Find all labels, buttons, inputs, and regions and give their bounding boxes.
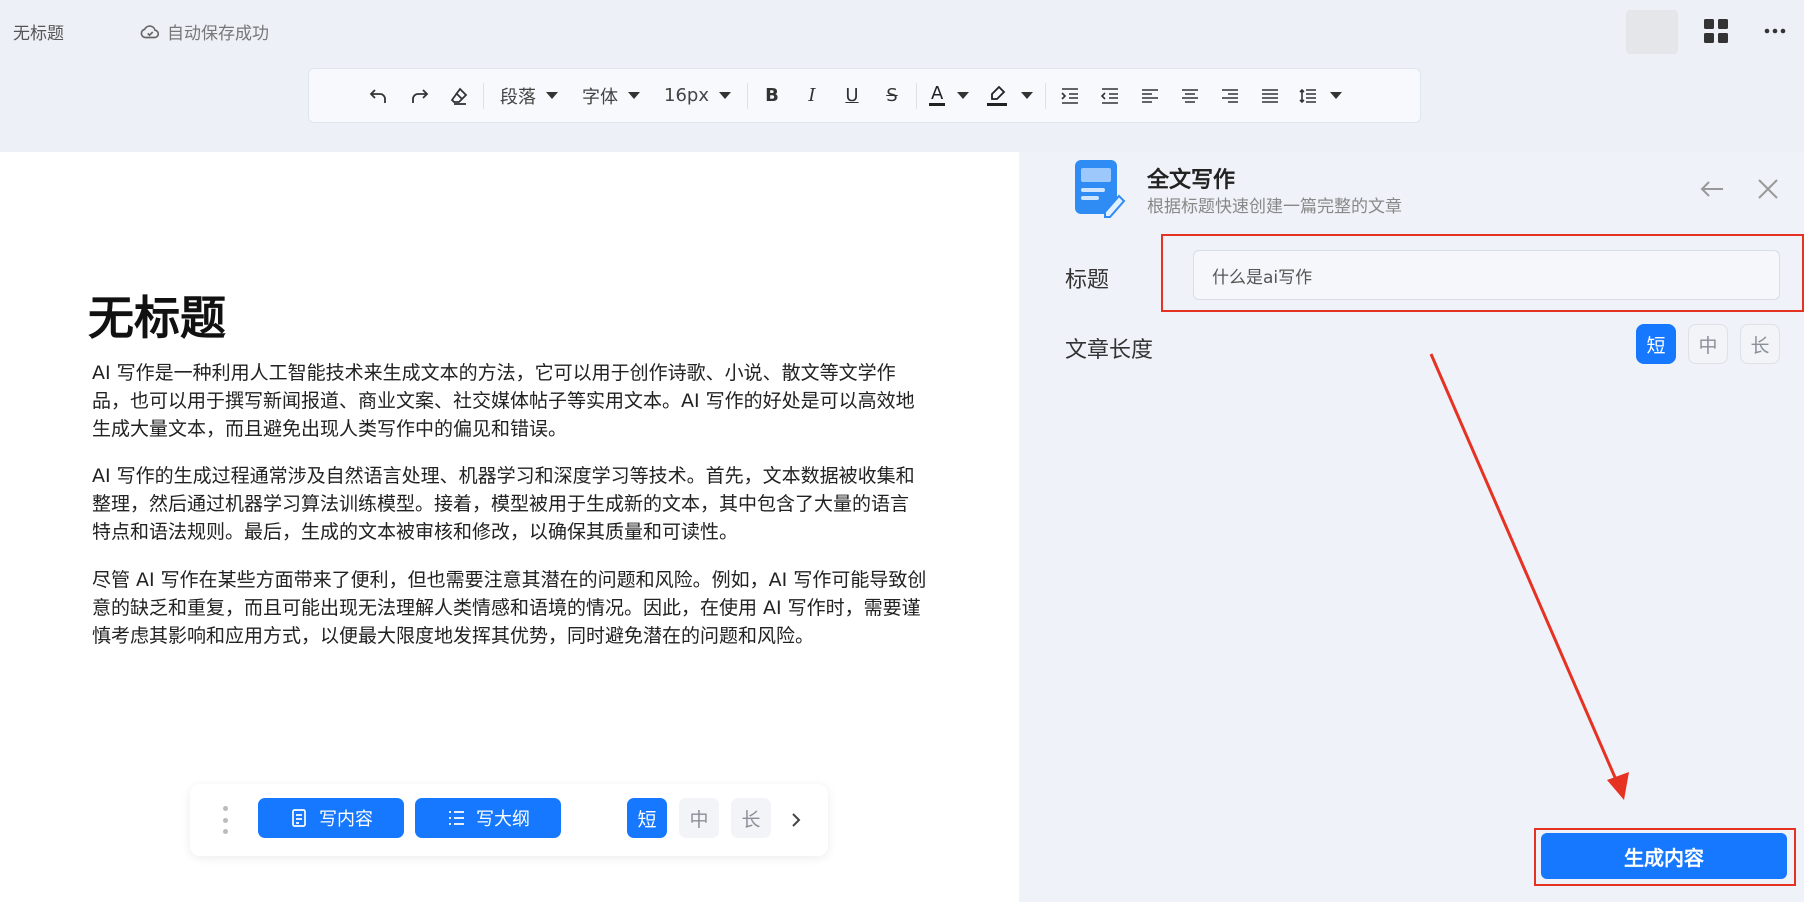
document-title[interactable]: 无标题 <box>88 282 226 348</box>
align-center-button[interactable] <box>1170 80 1210 112</box>
document-name[interactable]: 无标题 <box>13 19 64 44</box>
align-left-icon <box>1142 88 1159 103</box>
align-right-icon <box>1222 88 1239 103</box>
undo-icon <box>369 88 386 103</box>
generate-highlight-box: 生成内容 <box>1534 828 1796 886</box>
align-justify-button[interactable] <box>1250 80 1290 112</box>
align-center-icon <box>1182 88 1199 103</box>
close-icon <box>1758 179 1778 199</box>
align-right-button[interactable] <box>1210 80 1250 112</box>
highlighter-icon <box>987 85 1008 106</box>
panel-length-long-option[interactable]: 长 <box>1740 324 1780 364</box>
underline-button[interactable]: U <box>832 80 872 112</box>
length-long-option[interactable]: 长 <box>731 798 771 838</box>
caret-down-icon <box>628 92 640 99</box>
panel-title: 全文写作 <box>1147 168 1236 193</box>
cloud-icon <box>140 24 160 38</box>
line-height-icon <box>1299 88 1317 103</box>
font-color-icon: A <box>928 83 946 106</box>
length-label: 文章长度 <box>1065 338 1154 363</box>
outdent-button[interactable] <box>1090 80 1130 112</box>
arrow-left-icon <box>1700 181 1723 197</box>
toolbar-divider <box>1045 82 1047 109</box>
apps-button[interactable] <box>1701 16 1731 46</box>
back-button[interactable] <box>1697 174 1727 204</box>
generate-content-button[interactable]: 生成内容 <box>1541 833 1787 879</box>
document-icon <box>292 809 306 827</box>
paragraph-select-label: 段落 <box>500 86 536 108</box>
length-medium-option[interactable]: 中 <box>679 798 719 838</box>
toolbar-divider <box>483 82 484 109</box>
more-dots-icon <box>1764 28 1786 34</box>
chevron-right-icon <box>792 813 801 827</box>
top-bar: 无标题 自动保存成功 <box>0 0 1804 64</box>
write-outline-button[interactable]: 写大纲 <box>415 798 561 838</box>
redo-icon <box>412 88 429 103</box>
italic-button[interactable]: I <box>792 80 832 112</box>
toolbar-divider <box>746 82 748 109</box>
more-button[interactable] <box>1757 16 1793 46</box>
align-justify-icon <box>1262 88 1279 103</box>
panel-length-medium-option[interactable]: 中 <box>1688 324 1728 364</box>
title-label: 标题 <box>1065 268 1110 293</box>
caret-down-icon <box>718 92 731 99</box>
grid-apps-icon <box>1704 19 1728 43</box>
caret-down-icon <box>1021 92 1034 99</box>
indent-icon <box>1061 87 1079 104</box>
save-status: 自动保存成功 <box>139 19 269 44</box>
paragraph[interactable]: AI 写作是一种利用人工智能技术来生成文本的方法，它可以用于创作诗歌、小说、散文… <box>92 359 927 443</box>
align-left-button[interactable] <box>1130 80 1170 112</box>
caret-down-icon <box>957 92 970 99</box>
write-content-button[interactable]: 写内容 <box>258 798 404 838</box>
indent-button[interactable] <box>1050 80 1090 112</box>
caret-down-icon <box>546 92 558 99</box>
highlight-color-button[interactable] <box>977 80 1041 112</box>
avatar[interactable] <box>1626 10 1678 54</box>
title-input[interactable] <box>1193 250 1780 300</box>
bold-button[interactable]: B <box>752 80 792 112</box>
paragraph-select[interactable]: 段落 <box>488 80 570 112</box>
formatting-toolbar: 段落 字体 16px B I U S A <box>308 68 1421 123</box>
expand-button[interactable] <box>784 806 808 834</box>
line-height-button[interactable] <box>1290 80 1350 112</box>
write-content-label: 写内容 <box>319 809 373 830</box>
close-button[interactable] <box>1753 174 1783 204</box>
font-size-select-label: 16px <box>664 85 709 106</box>
eraser-icon <box>450 87 468 105</box>
toolbar-divider <box>915 82 917 109</box>
font-size-select[interactable]: 16px <box>652 80 743 112</box>
document-writing-icon <box>1075 160 1126 218</box>
save-status-text: 自动保存成功 <box>167 24 269 44</box>
panel-length-short-option[interactable]: 短 <box>1636 324 1676 364</box>
redo-button[interactable] <box>399 80 439 112</box>
font-select-label: 字体 <box>582 86 618 108</box>
outdent-icon <box>1101 87 1119 104</box>
drag-handle[interactable] <box>220 806 230 834</box>
ai-floating-bar: 写内容 写大纲 短 中 长 <box>190 784 828 856</box>
strikethrough-button[interactable]: S <box>872 80 912 112</box>
clear-format-button[interactable] <box>439 80 479 112</box>
panel-subtitle: 根据标题快速创建一篇完整的文章 <box>1147 197 1402 217</box>
undo-button[interactable] <box>359 80 399 112</box>
write-outline-label: 写大纲 <box>476 809 530 830</box>
caret-down-icon <box>1330 92 1343 99</box>
font-color-button[interactable]: A <box>921 80 977 112</box>
paragraph[interactable]: AI 写作的生成过程通常涉及自然语言处理、机器学习和深度学习等技术。首先，文本数… <box>92 462 927 546</box>
list-icon <box>449 811 464 825</box>
paragraph[interactable]: 尽管 AI 写作在某些方面带来了便利，但也需要注意其潜在的问题和风险。例如，AI… <box>92 566 927 650</box>
font-select[interactable]: 字体 <box>570 80 652 112</box>
length-short-option[interactable]: 短 <box>627 798 667 838</box>
